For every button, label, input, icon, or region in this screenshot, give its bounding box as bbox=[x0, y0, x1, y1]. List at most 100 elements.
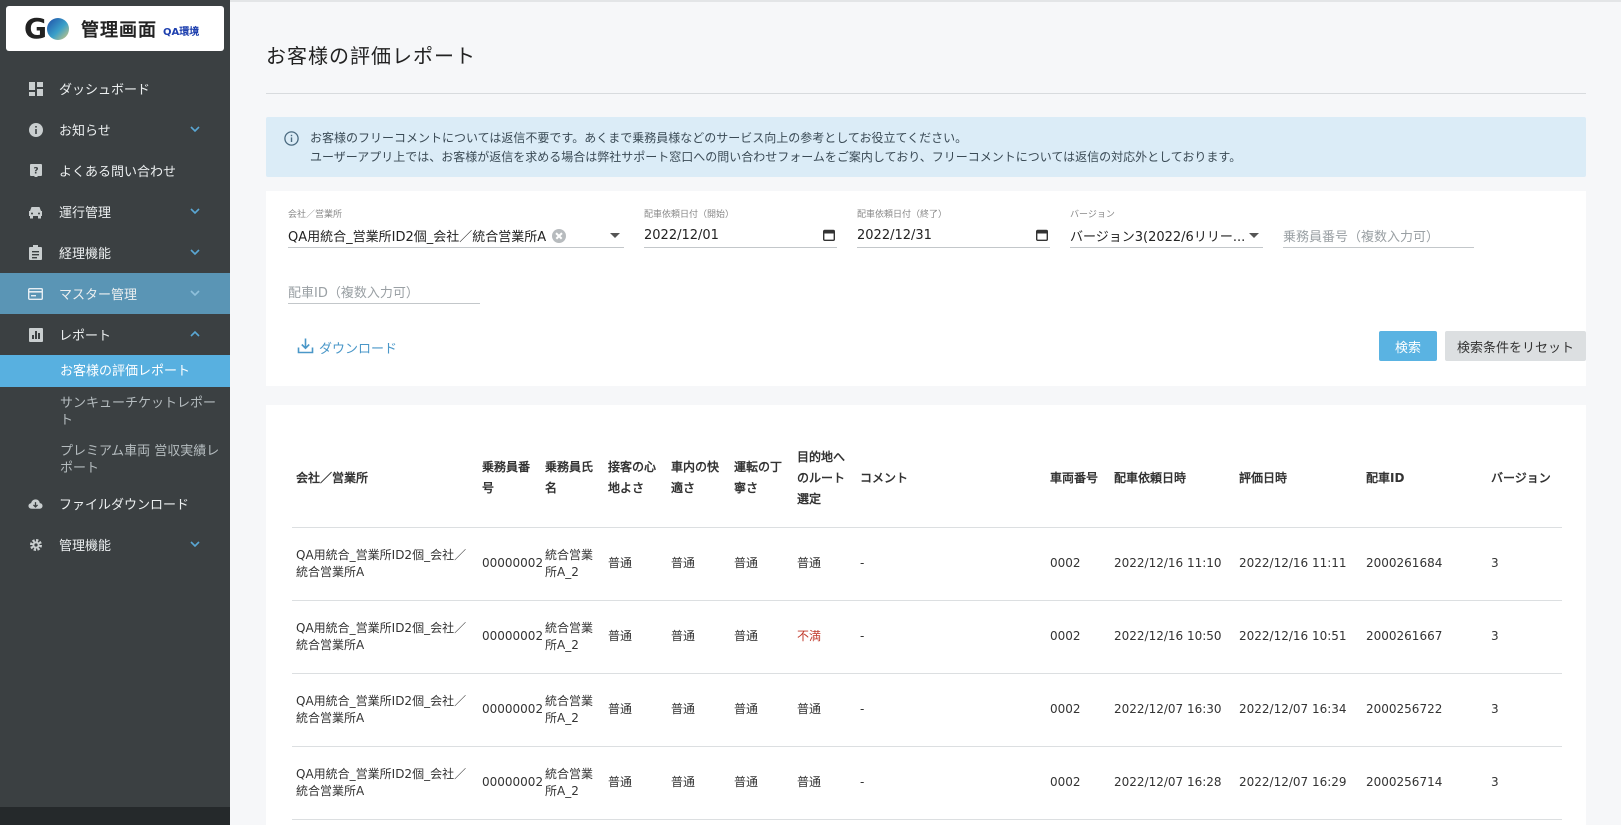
driver-number-field[interactable]: 乗務員番号（複数入力可） bbox=[1283, 207, 1474, 248]
cell-route: 普通 bbox=[793, 746, 856, 820]
search-button[interactable]: 検索 bbox=[1379, 331, 1437, 361]
chevron-down-icon[interactable] bbox=[188, 286, 202, 300]
cell-comfort: 普通 bbox=[667, 673, 730, 747]
sidebar-item-report[interactable]: レポート bbox=[0, 314, 230, 355]
main-content: お客様の評価レポート お客様のフリーコメントについては返信不要です。あくまで乗務… bbox=[230, 0, 1621, 825]
dispatch-id-input[interactable]: 配車ID（複数入力可） bbox=[288, 280, 480, 304]
table-row[interactable]: QA用統合_営業所ID2個_会社／統合営業所A 00000002 統合営業所A_… bbox=[292, 746, 1562, 820]
cell-vehicle: 0002 bbox=[1046, 746, 1110, 820]
chevron-down-icon[interactable] bbox=[610, 233, 620, 238]
driver-number-input[interactable]: 乗務員番号（複数入力可） bbox=[1283, 224, 1474, 248]
sidebar-item-master[interactable]: マスター管理 bbox=[0, 273, 230, 314]
col-version: バージョン bbox=[1487, 430, 1562, 528]
cell-requested: 2022/12/16 10:50 bbox=[1110, 600, 1235, 674]
chevron-down-icon[interactable] bbox=[188, 537, 202, 551]
sidebar-subitem-customer-rating-report[interactable]: お客様の評価レポート bbox=[0, 355, 230, 387]
title-divider bbox=[266, 93, 1586, 94]
sidebar-subitem-premium-revenue-report[interactable]: プレミアム車両 営収実績レポート bbox=[0, 435, 230, 483]
info-circle-icon bbox=[284, 131, 299, 146]
sidebar-item-accounting[interactable]: 経理機能 bbox=[0, 232, 230, 273]
col-vehicle-number: 車両番号 bbox=[1046, 430, 1110, 528]
sidebar-item-file-download[interactable]: ファイルダウンロード bbox=[0, 483, 230, 524]
dispatch-id-field[interactable]: 配車ID（複数入力可） bbox=[288, 263, 480, 304]
sidebar-footer bbox=[0, 807, 230, 825]
version-value[interactable]: バージョン3(2022/6リリー... bbox=[1070, 224, 1263, 248]
cell-service: 普通 bbox=[604, 746, 667, 820]
cell-company: QA用統合_営業所ID2個_会社／統合営業所A bbox=[292, 527, 478, 601]
company-value[interactable]: QA用統合_営業所ID2個_会社／統合営業所A bbox=[288, 224, 624, 248]
start-date-input[interactable]: 2022/12/01 bbox=[644, 224, 837, 248]
col-company: 会社／営業所 bbox=[292, 430, 478, 528]
clear-icon[interactable] bbox=[552, 228, 567, 243]
sidebar-subitem-label: サンキューチケットレポート bbox=[60, 396, 217, 428]
download-button[interactable]: ダウンロード bbox=[297, 337, 397, 358]
clipboard-icon bbox=[28, 245, 43, 260]
page-title: お客様の評価レポート bbox=[266, 44, 476, 68]
chevron-up-icon[interactable] bbox=[188, 327, 202, 341]
sidebar-item-faq[interactable]: ? よくある問い合わせ bbox=[0, 150, 230, 191]
sidebar-item-label: レポート bbox=[59, 329, 112, 344]
company-select[interactable]: 会社／営業所 QA用統合_営業所ID2個_会社／統合営業所A bbox=[288, 207, 624, 248]
info-text-line2: ユーザーアプリ上では、お客様が返信を求める場合は弊社サポート窓口への問い合わせフ… bbox=[310, 150, 1242, 164]
cell-comment: - bbox=[856, 527, 1046, 601]
cell-dispatch-id: 2000261684 bbox=[1362, 527, 1487, 601]
reset-button[interactable]: 検索条件をリセット bbox=[1445, 331, 1586, 361]
table-row[interactable]: QA用統合_営業所ID2個_会社／統合営業所A 00000002 統合営業所A_… bbox=[292, 673, 1562, 747]
table-row[interactable]: QA用統合_営業所ID2個_会社／統合営業所A 00000002 統合営業所A_… bbox=[292, 600, 1562, 674]
cell-driving: 普通 bbox=[730, 673, 793, 747]
calendar-icon[interactable] bbox=[822, 229, 836, 242]
cell-driving: 普通 bbox=[730, 600, 793, 674]
end-date-input[interactable]: 2022/12/31 bbox=[857, 224, 1050, 248]
chevron-down-icon[interactable] bbox=[188, 245, 202, 259]
version-select[interactable]: バージョン バージョン3(2022/6リリー... bbox=[1070, 207, 1263, 248]
calendar-icon[interactable] bbox=[1035, 229, 1049, 242]
cell-company: QA用統合_営業所ID2個_会社／統合営業所A bbox=[292, 673, 478, 747]
logo-letter: G bbox=[24, 12, 47, 45]
logo-o-icon bbox=[46, 17, 69, 40]
cell-driver-number: 00000002 bbox=[478, 600, 543, 674]
chart-icon bbox=[28, 327, 43, 342]
sidebar-item-dashboard[interactable]: ダッシュボード bbox=[0, 68, 230, 109]
cell-service: 普通 bbox=[604, 600, 667, 674]
sidebar-item-admin[interactable]: 管理機能 bbox=[0, 524, 230, 565]
env-badge: QA環境 bbox=[162, 27, 200, 38]
svg-text:?: ? bbox=[33, 166, 38, 176]
sidebar-item-notice[interactable]: お知らせ bbox=[0, 109, 230, 150]
cell-driver-name: 統合営業所A_2 bbox=[541, 673, 604, 747]
results-card: 会社／営業所 乗務員番号 乗務員氏名 接客の心地よさ 車内の快適さ 運転の丁寧さ… bbox=[266, 405, 1586, 825]
chevron-down-icon[interactable] bbox=[188, 204, 202, 218]
cell-rated: 2022/12/16 10:51 bbox=[1235, 600, 1362, 674]
cell-comment: - bbox=[856, 746, 1046, 820]
cell-vehicle: 0002 bbox=[1046, 527, 1110, 601]
download-icon bbox=[297, 337, 319, 358]
sidebar-nav: ダッシュボード お知らせ ? よくある問い合わせ 運行管理 経理機能 マスター管… bbox=[0, 68, 230, 565]
sidebar-item-operation[interactable]: 運行管理 bbox=[0, 191, 230, 232]
cell-route: 普通 bbox=[793, 673, 856, 747]
cell-dispatch-id: 2000261667 bbox=[1362, 600, 1487, 674]
cell-service: 普通 bbox=[604, 673, 667, 747]
cell-driver-number: 00000002 bbox=[478, 746, 543, 820]
chevron-down-icon[interactable] bbox=[1249, 233, 1259, 238]
sidebar-subitem-thank-you-ticket-report[interactable]: サンキューチケットレポート bbox=[0, 387, 230, 435]
chevron-down-icon[interactable] bbox=[188, 122, 202, 136]
cell-comfort: 普通 bbox=[667, 527, 730, 601]
cell-vehicle: 0002 bbox=[1046, 600, 1110, 674]
cell-rated: 2022/12/07 16:34 bbox=[1235, 673, 1362, 747]
logo[interactable]: G 管理画面 QA環境 bbox=[6, 6, 224, 51]
end-date-field[interactable]: 配車依頼日付（終了） 2022/12/31 bbox=[857, 207, 1050, 248]
help-icon: ? bbox=[28, 163, 43, 178]
sidebar-subitem-label: プレミアム車両 営収実績レポート bbox=[60, 444, 220, 476]
cell-requested: 2022/12/16 11:10 bbox=[1110, 527, 1235, 601]
cell-driver-number: 00000002 bbox=[478, 527, 543, 601]
info-banner: お客様のフリーコメントについては返信不要です。あくまで乗務員様などのサービス向上… bbox=[266, 117, 1586, 177]
cell-requested: 2022/12/07 16:28 bbox=[1110, 746, 1235, 820]
cell-driver-name: 統合営業所A_2 bbox=[541, 746, 604, 820]
info-icon bbox=[28, 122, 43, 137]
download-label: ダウンロード bbox=[319, 342, 398, 357]
app-title: 管理画面 bbox=[80, 19, 157, 41]
cell-version: 3 bbox=[1487, 527, 1562, 601]
table-row[interactable]: QA用統合_営業所ID2個_会社／統合営業所A 00000002 統合営業所A_… bbox=[292, 527, 1562, 601]
col-request-datetime: 配車依頼日時 bbox=[1110, 430, 1235, 528]
company-selected-text: QA用統合_営業所ID2個_会社／統合営業所A bbox=[288, 230, 547, 245]
start-date-field[interactable]: 配車依頼日付（開始） 2022/12/01 bbox=[644, 207, 837, 248]
